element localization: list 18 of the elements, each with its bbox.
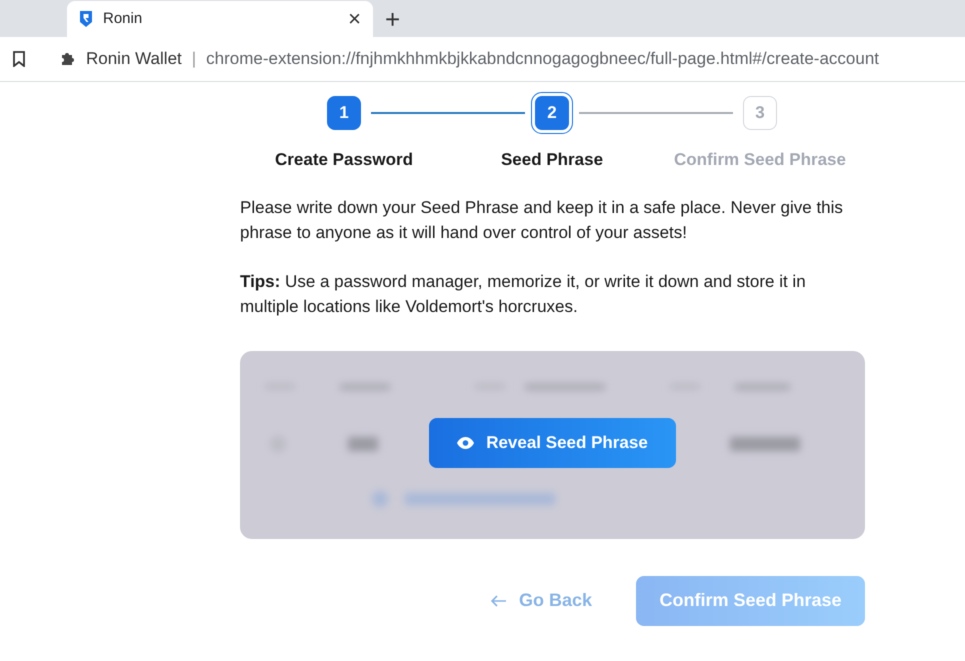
tab-title: Ronin <box>103 8 144 29</box>
puzzle-icon <box>60 51 76 67</box>
step-label: Seed Phrase <box>500 149 604 171</box>
shield-logo-icon <box>79 10 93 28</box>
new-tab-button[interactable]: + <box>373 1 412 37</box>
url-text: chrome-extension://fnjhmkhhmkbjkkabndcnnogagogbneec/full-page.html#/create-account <box>206 48 880 70</box>
site-name: Ronin Wallet <box>86 48 182 70</box>
browser-tab[interactable]: Ronin × <box>67 1 373 37</box>
reveal-seed-phrase-button[interactable]: Reveal Seed Phrase <box>429 418 676 468</box>
instructions-text: Please write down your Seed Phrase and keep it in a safe place. Never give this phrase to anyone as it will hand over control of your assets! <box>240 196 844 244</box>
step-label: Confirm Seed Phrase <box>674 149 846 171</box>
left-arrow-icon <box>490 594 507 606</box>
tips-text: Tips: Use a password manager, memorize it, or write it down and store it in multiple locations like Voldemort's horcruxes. <box>240 270 807 318</box>
tab-close-button[interactable]: × <box>348 8 361 30</box>
separator: | <box>192 48 196 70</box>
bookmark-icon[interactable] <box>12 51 26 67</box>
step-label: Create Password <box>275 149 413 171</box>
eye-icon <box>457 436 474 448</box>
